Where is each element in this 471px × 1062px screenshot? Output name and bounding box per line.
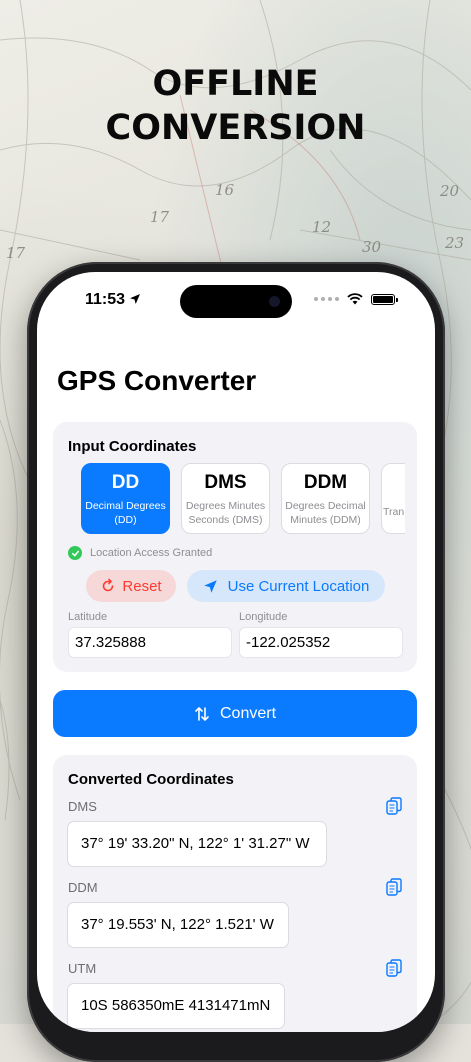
use-current-location-label: Use Current Location bbox=[227, 577, 370, 595]
result-label-dms: DMS bbox=[68, 799, 97, 814]
latitude-input[interactable]: 37.325888 bbox=[68, 627, 232, 658]
input-coordinates-card: Input Coordinates DD Decimal Degrees (DD… bbox=[53, 422, 417, 672]
result-label-utm: UTM bbox=[68, 961, 97, 976]
cellular-signal-icon bbox=[314, 297, 339, 301]
permission-status-text: Location Access Granted bbox=[90, 547, 213, 559]
map-number: 30 bbox=[362, 238, 382, 256]
checkmark-circle-icon bbox=[68, 546, 82, 560]
map-number: 16 bbox=[215, 181, 235, 199]
converted-coordinates-card: Converted Coordinates DMS 37° 19' 33.20"… bbox=[53, 755, 417, 1032]
format-option-partial[interactable]: Tran bbox=[381, 463, 405, 534]
format-name: Degrees Minutes Seconds (DMS) bbox=[185, 500, 266, 526]
format-option-ddm[interactable]: DDM Degrees Decimal Minutes (DDM) bbox=[281, 463, 370, 534]
location-arrow-icon bbox=[203, 579, 217, 593]
result-value-dms[interactable]: 37° 19' 33.20" N, 122° 1' 31.27" W bbox=[67, 821, 327, 867]
location-arrow-icon bbox=[130, 294, 140, 304]
swap-arrows-icon bbox=[195, 706, 209, 721]
status-time: 11:53 bbox=[85, 291, 126, 308]
reset-button[interactable]: Reset bbox=[86, 570, 176, 602]
results-section-title: Converted Coordinates bbox=[68, 771, 234, 788]
map-number: 12 bbox=[312, 218, 331, 236]
copy-icon[interactable] bbox=[386, 878, 402, 896]
convert-button[interactable]: Convert bbox=[53, 690, 417, 737]
page-title: GPS Converter bbox=[57, 365, 257, 396]
phone-screen: 11:53 GPS Converter Input Coordinates DD… bbox=[37, 272, 435, 1032]
format-selector: DD Decimal Degrees (DD) DMS Degrees Minu… bbox=[81, 463, 405, 538]
result-value-utm[interactable]: 10S 586350mE 4131471mN bbox=[67, 983, 285, 1029]
result-label-ddm: DDM bbox=[68, 880, 98, 895]
headline: OFFLINE CONVERSION bbox=[0, 62, 471, 150]
format-abbr: DMS bbox=[204, 472, 247, 493]
permission-status: Location Access Granted bbox=[68, 546, 212, 560]
format-name: Degrees Decimal Minutes (DDM) bbox=[285, 500, 366, 526]
format-abbr: DD bbox=[111, 472, 140, 493]
format-name: Decimal Degrees (DD) bbox=[85, 500, 166, 526]
copy-icon[interactable] bbox=[386, 959, 402, 977]
longitude-input[interactable]: -122.025352 bbox=[239, 627, 403, 658]
map-number: 17 bbox=[6, 244, 26, 262]
map-number: 23 bbox=[444, 234, 464, 252]
convert-label: Convert bbox=[219, 704, 277, 722]
latitude-label: Latitude bbox=[68, 611, 108, 623]
format-name: Tran bbox=[383, 506, 405, 518]
use-current-location-button[interactable]: Use Current Location bbox=[187, 570, 385, 602]
reset-label: Reset bbox=[122, 577, 162, 595]
format-abbr: DDM bbox=[303, 472, 348, 493]
dynamic-island bbox=[180, 285, 292, 318]
format-option-dd[interactable]: DD Decimal Degrees (DD) bbox=[81, 463, 170, 534]
reset-icon bbox=[103, 578, 114, 592]
map-number: 17 bbox=[150, 208, 170, 226]
longitude-label: Longitude bbox=[239, 611, 288, 623]
input-section-title: Input Coordinates bbox=[68, 438, 197, 455]
headline-line-2: CONVERSION bbox=[105, 108, 366, 148]
wifi-icon bbox=[347, 293, 363, 305]
headline-line-1: OFFLINE bbox=[152, 64, 319, 104]
battery-icon bbox=[371, 293, 398, 305]
format-option-dms[interactable]: DMS Degrees Minutes Seconds (DMS) bbox=[181, 463, 270, 534]
copy-icon[interactable] bbox=[386, 797, 402, 815]
map-number: 20 bbox=[439, 182, 460, 200]
status-indicators bbox=[314, 293, 398, 305]
result-value-ddm[interactable]: 37° 19.553' N, 122° 1.521' W bbox=[67, 902, 289, 948]
